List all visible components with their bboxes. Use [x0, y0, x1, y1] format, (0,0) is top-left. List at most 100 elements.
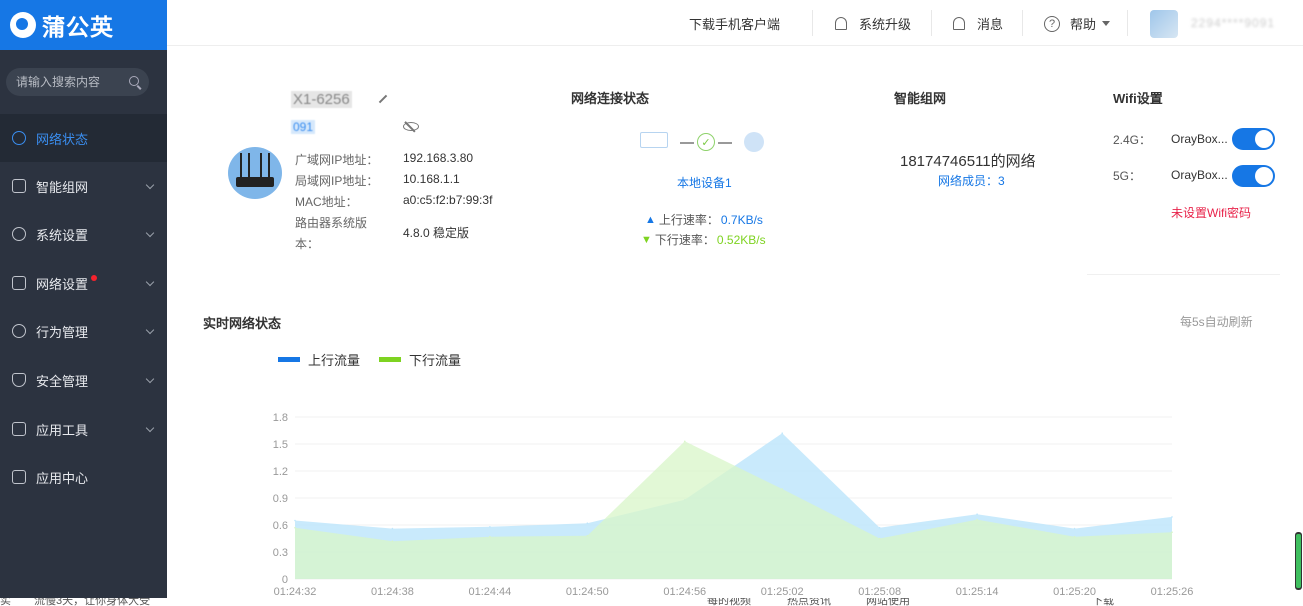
search-input[interactable]: [16, 75, 129, 89]
sidebar-item-network-settings[interactable]: 网络设置: [0, 259, 167, 307]
sidebar-item-behavior-management[interactable]: 行为管理: [0, 307, 167, 355]
account-name[interactable]: 2294****9091: [1191, 16, 1275, 30]
data-point: [391, 527, 394, 530]
arrow-down-icon: ▼: [641, 233, 652, 246]
data-point: [294, 526, 296, 529]
upgrade-bell-icon: [835, 17, 847, 30]
avatar[interactable]: [1150, 10, 1178, 38]
messages-link[interactable]: 消息: [953, 14, 1003, 33]
bottom-bar-text[interactable]: 热点资讯: [787, 598, 831, 606]
data-point: [781, 432, 784, 434]
data-point: [1073, 527, 1076, 530]
data-point: [976, 518, 978, 521]
wifi-5g-toggle[interactable]: [1232, 165, 1275, 187]
download-client-link[interactable]: 下载手机客户端: [689, 14, 780, 33]
x-tick-label: 01:24:32: [274, 586, 317, 598]
wifi-password-warning[interactable]: 未设置Wifi密码: [1171, 204, 1251, 221]
data-point: [781, 488, 784, 490]
search-box[interactable]: [6, 68, 149, 96]
edit-icon[interactable]: [378, 94, 388, 104]
hide-eye-icon[interactable]: [403, 122, 419, 131]
legend-download[interactable]: 下行流量: [379, 350, 461, 369]
sidebar-item-app-tools[interactable]: 应用工具: [0, 405, 167, 453]
side-widget[interactable]: [1295, 532, 1302, 590]
legend-upload[interactable]: 上行流量: [278, 350, 360, 369]
caret-down-icon: [1102, 21, 1111, 26]
shield-icon: [12, 373, 26, 387]
search-icon[interactable]: [129, 76, 141, 88]
divider: [1087, 274, 1280, 275]
chevron-down-icon: [145, 180, 155, 190]
sidebar: 蒲公英 网络状态 智能组网 系统设置 网络设置 行为管理 安全管理 应用工具: [0, 0, 167, 606]
x-tick-label: 01:24:38: [371, 586, 414, 598]
chevron-down-icon: [145, 228, 155, 238]
y-tick-label: 1.2: [273, 466, 288, 478]
legend-swatch: [278, 357, 300, 362]
divider: [1127, 10, 1128, 36]
x-tick-label: 01:25:20: [1053, 586, 1096, 598]
router-antenna: [240, 153, 242, 179]
chevron-down-icon: [145, 325, 155, 335]
firmware-value: 4.8.0 稳定版: [403, 226, 470, 240]
wan-ip-label: 广域网IP地址：: [295, 153, 379, 167]
sidebar-item-label: 安全管理: [36, 373, 89, 389]
network-members-link[interactable]: 网络成员：3: [938, 172, 1005, 189]
traffic-chart: 1.8 1.5 1.2 0.9 0.6 0.3 001:24:32 01:24:38 01:24…: [273, 412, 1194, 598]
bottom-bar: 实 流慢3天，让你身体大受 每的视频 热点资讯 网站使用 下载: [0, 598, 1303, 606]
divider: [1022, 10, 1023, 36]
sidebar-item-app-center[interactable]: 应用中心: [0, 453, 167, 501]
sidebar-item-smart-network[interactable]: 智能组网: [0, 162, 167, 210]
connection-line: [718, 142, 732, 144]
auto-refresh-note: 每5s自动刷新: [1180, 315, 1253, 329]
local-devices-link[interactable]: 本地设备1: [677, 174, 732, 191]
wifi-24g-toggle[interactable]: [1232, 128, 1275, 150]
data-point: [1171, 516, 1173, 518]
download-rate-value: 0.52KB/s: [716, 232, 766, 247]
download-rate: ▼ 下行速率： 0.52KB/s: [641, 231, 766, 248]
wifi-ssid: OrayBox...: [1171, 132, 1228, 146]
sidebar-item-label: 行为管理: [36, 324, 89, 340]
upload-rate-value: 0.7KB/s: [720, 212, 763, 227]
bottom-bar-text[interactable]: 实: [0, 598, 11, 606]
bottom-bar-text[interactable]: 流慢3天，让你身体大受: [34, 598, 150, 606]
system-upgrade-label: 系统升级: [859, 17, 912, 32]
network-name: 18174746511的网络: [900, 153, 1036, 170]
arrow-up-icon: ▲: [645, 213, 656, 226]
divider: [931, 10, 932, 36]
realtime-status-title: 实时网络状态: [203, 316, 282, 331]
x-tick-label: 01:25:14: [956, 586, 999, 598]
data-point: [878, 537, 881, 540]
brand-logo[interactable]: 蒲公英: [0, 0, 167, 50]
sidebar-item-security-management[interactable]: 安全管理: [0, 356, 167, 404]
lan-ip-value: 10.168.1.1: [403, 172, 460, 186]
pgy-logo-icon: [10, 12, 36, 38]
sidebar-item-label: 网络状态: [36, 131, 89, 147]
target-icon: [12, 324, 26, 338]
list-icon: [12, 276, 26, 290]
wifi-ssid: OrayBox...: [1171, 168, 1228, 182]
bottom-bar-text[interactable]: 每的视频: [707, 598, 751, 606]
data-point: [294, 519, 296, 522]
sidebar-item-system-settings[interactable]: 系统设置: [0, 210, 167, 258]
system-upgrade-link[interactable]: 系统升级: [835, 14, 911, 33]
x-tick-label: 01:24:44: [468, 586, 511, 598]
bottom-bar-text[interactable]: 下载: [1092, 598, 1114, 606]
sidebar-item-label: 系统设置: [36, 227, 89, 243]
sidebar-item-label: 网络设置: [36, 276, 89, 292]
sidebar-item-network-status[interactable]: 网络状态: [0, 114, 167, 162]
data-point: [489, 535, 491, 538]
lan-ip-label: 局域网IP地址：: [295, 174, 379, 188]
brand-name: 蒲公英: [42, 14, 114, 40]
gear-icon: [12, 227, 26, 241]
router-antenna: [268, 153, 270, 179]
legend-label: 上行流量: [308, 353, 361, 368]
help-menu[interactable]: ? 帮助: [1044, 14, 1111, 33]
firmware-label: 路由器系统版: [295, 216, 368, 230]
top-bar: 下载手机客户端 系统升级 消息 ? 帮助 2294****9091: [167, 0, 1303, 46]
chevron-down-icon: [145, 374, 155, 384]
y-tick-label: 0.6: [273, 520, 288, 532]
bottom-bar-text[interactable]: 网站使用: [866, 598, 910, 606]
mac-label: MAC地址：: [295, 195, 358, 209]
x-tick-label: 01:25:26: [1151, 586, 1194, 598]
data-point: [489, 526, 491, 528]
